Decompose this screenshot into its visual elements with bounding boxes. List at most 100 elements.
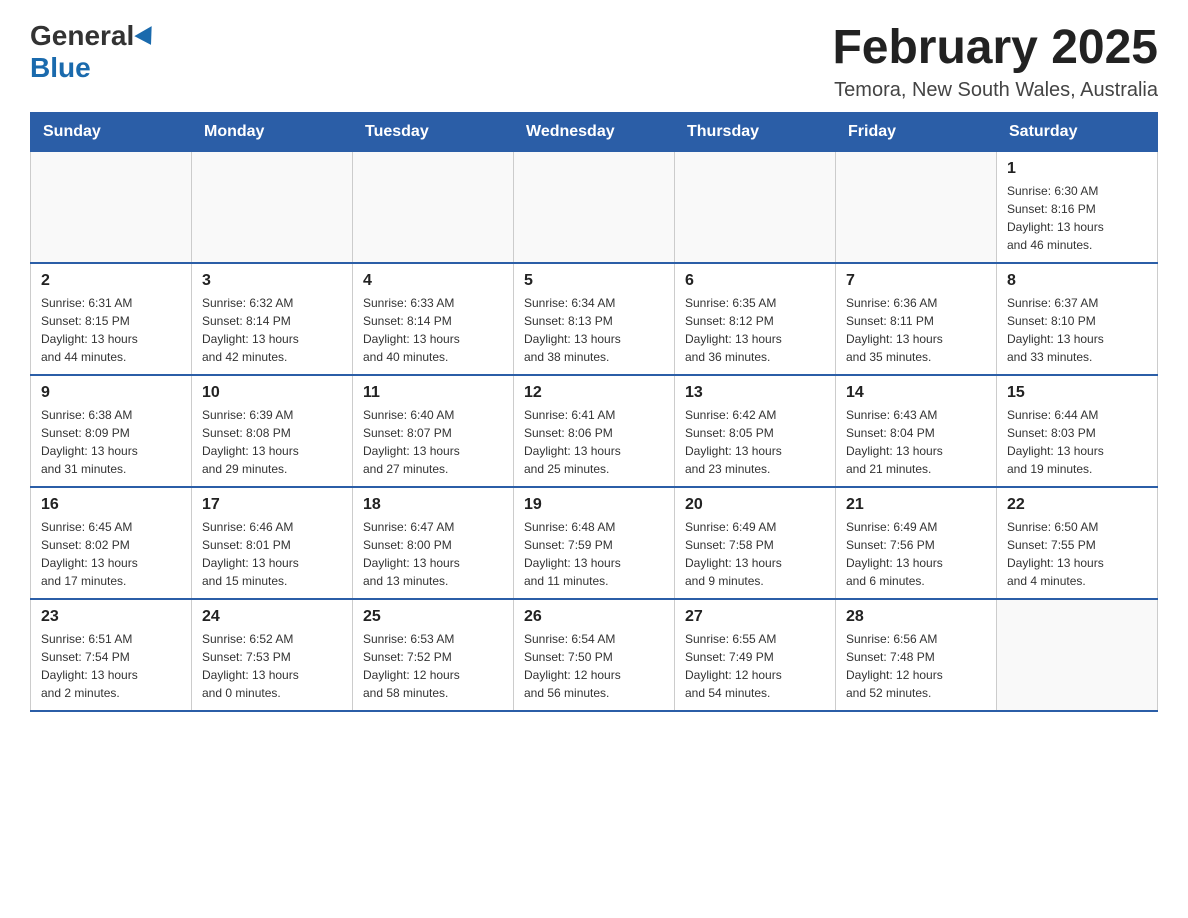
day-info: Sunrise: 6:54 AM Sunset: 7:50 PM Dayligh… xyxy=(524,630,664,702)
calendar-cell: 17 Sunrise: 6:46 AM Sunset: 8:01 PM Dayli… xyxy=(192,487,353,599)
calendar-cell: 10 Sunrise: 6:39 AM Sunset: 8:08 PM Dayli… xyxy=(192,375,353,487)
day-info: Sunrise: 6:56 AM Sunset: 7:48 PM Dayligh… xyxy=(846,630,986,702)
day-info: Sunrise: 6:43 AM Sunset: 8:04 PM Dayligh… xyxy=(846,406,986,478)
day-number: 25 xyxy=(363,608,503,626)
day-number: 17 xyxy=(202,496,342,514)
day-number: 18 xyxy=(363,496,503,514)
day-number: 8 xyxy=(1007,272,1147,290)
calendar-week-row: 2Sunrise: 6:31 AM Sunset: 8:15 PM Daylig… xyxy=(31,263,1158,375)
calendar-cell: 7Sunrise: 6:36 AM Sunset: 8:11 PM Daylig… xyxy=(836,263,997,375)
location: Temora, New South Wales, Australia xyxy=(832,79,1158,102)
calendar-cell: 20 Sunrise: 6:49 AM Sunset: 7:58 PM Dayli… xyxy=(675,487,836,599)
day-info: Sunrise: 6:31 AM Sunset: 8:15 PM Dayligh… xyxy=(41,294,181,366)
day-number: 14 xyxy=(846,384,986,402)
calendar-cell: 13Sunrise: 6:42 AM Sunset: 8:05 PM Dayli… xyxy=(675,375,836,487)
day-info: Sunrise: 6:30 AM Sunset: 8:16 PM Dayligh… xyxy=(1007,182,1147,254)
day-number: 27 xyxy=(685,608,825,626)
weekday-header-sunday: Sunday xyxy=(31,113,192,152)
logo-general: General xyxy=(30,20,134,52)
day-info: Sunrise: 6:35 AM Sunset: 8:12 PM Dayligh… xyxy=(685,294,825,366)
calendar-cell: 8 Sunrise: 6:37 AM Sunset: 8:10 PM Daylig… xyxy=(997,263,1158,375)
month-title: February 2025 xyxy=(832,20,1158,75)
day-info: Sunrise: 6:42 AM Sunset: 8:05 PM Dayligh… xyxy=(685,406,825,478)
day-number: 9 xyxy=(41,384,181,402)
calendar-week-row: 16 Sunrise: 6:45 AM Sunset: 8:02 PM Dayli… xyxy=(31,487,1158,599)
calendar-cell: 28 Sunrise: 6:56 AM Sunset: 7:48 PM Dayli… xyxy=(836,599,997,711)
calendar-cell xyxy=(836,152,997,264)
day-number: 3 xyxy=(202,272,342,290)
day-number: 28 xyxy=(846,608,986,626)
day-info: Sunrise: 6:55 AM Sunset: 7:49 PM Dayligh… xyxy=(685,630,825,702)
day-number: 12 xyxy=(524,384,664,402)
day-info: Sunrise: 6:36 AM Sunset: 8:11 PM Dayligh… xyxy=(846,294,986,366)
day-info: Sunrise: 6:32 AM Sunset: 8:14 PM Dayligh… xyxy=(202,294,342,366)
weekday-header-thursday: Thursday xyxy=(675,113,836,152)
page-header: General Blue February 2025 Temora, New S… xyxy=(30,20,1158,102)
day-info: Sunrise: 6:50 AM Sunset: 7:55 PM Dayligh… xyxy=(1007,518,1147,590)
logo-triangle-icon xyxy=(135,26,160,50)
day-number: 22 xyxy=(1007,496,1147,514)
calendar-cell xyxy=(353,152,514,264)
calendar-cell: 12 Sunrise: 6:41 AM Sunset: 8:06 PM Dayli… xyxy=(514,375,675,487)
day-number: 21 xyxy=(846,496,986,514)
calendar-cell xyxy=(31,152,192,264)
logo: General Blue xyxy=(30,20,157,84)
day-info: Sunrise: 6:38 AM Sunset: 8:09 PM Dayligh… xyxy=(41,406,181,478)
day-info: Sunrise: 6:48 AM Sunset: 7:59 PM Dayligh… xyxy=(524,518,664,590)
calendar-cell: 26 Sunrise: 6:54 AM Sunset: 7:50 PM Dayli… xyxy=(514,599,675,711)
day-info: Sunrise: 6:37 AM Sunset: 8:10 PM Dayligh… xyxy=(1007,294,1147,366)
calendar-week-row: 1 Sunrise: 6:30 AM Sunset: 8:16 PM Daylig… xyxy=(31,152,1158,264)
calendar-cell: 24Sunrise: 6:52 AM Sunset: 7:53 PM Dayli… xyxy=(192,599,353,711)
day-info: Sunrise: 6:34 AM Sunset: 8:13 PM Dayligh… xyxy=(524,294,664,366)
day-info: Sunrise: 6:39 AM Sunset: 8:08 PM Dayligh… xyxy=(202,406,342,478)
calendar-cell: 25Sunrise: 6:53 AM Sunset: 7:52 PM Dayli… xyxy=(353,599,514,711)
calendar-cell: 22 Sunrise: 6:50 AM Sunset: 7:55 PM Dayli… xyxy=(997,487,1158,599)
calendar-cell: 19Sunrise: 6:48 AM Sunset: 7:59 PM Dayli… xyxy=(514,487,675,599)
day-number: 11 xyxy=(363,384,503,402)
day-number: 5 xyxy=(524,272,664,290)
calendar-cell: 5 Sunrise: 6:34 AM Sunset: 8:13 PM Daylig… xyxy=(514,263,675,375)
day-number: 20 xyxy=(685,496,825,514)
calendar-cell: 3 Sunrise: 6:32 AM Sunset: 8:14 PM Daylig… xyxy=(192,263,353,375)
calendar-week-row: 23Sunrise: 6:51 AM Sunset: 7:54 PM Dayli… xyxy=(31,599,1158,711)
day-info: Sunrise: 6:44 AM Sunset: 8:03 PM Dayligh… xyxy=(1007,406,1147,478)
weekday-header-friday: Friday xyxy=(836,113,997,152)
day-number: 1 xyxy=(1007,160,1147,178)
calendar-cell: 4Sunrise: 6:33 AM Sunset: 8:14 PM Daylig… xyxy=(353,263,514,375)
day-info: Sunrise: 6:47 AM Sunset: 8:00 PM Dayligh… xyxy=(363,518,503,590)
weekday-header-monday: Monday xyxy=(192,113,353,152)
calendar-table: SundayMondayTuesdayWednesdayThursdayFrid… xyxy=(30,112,1158,712)
day-number: 26 xyxy=(524,608,664,626)
calendar-cell: 9 Sunrise: 6:38 AM Sunset: 8:09 PM Daylig… xyxy=(31,375,192,487)
logo-text: General xyxy=(30,20,157,52)
weekday-header-row: SundayMondayTuesdayWednesdayThursdayFrid… xyxy=(31,113,1158,152)
calendar-cell: 16 Sunrise: 6:45 AM Sunset: 8:02 PM Dayli… xyxy=(31,487,192,599)
calendar-cell: 11 Sunrise: 6:40 AM Sunset: 8:07 PM Dayli… xyxy=(353,375,514,487)
day-info: Sunrise: 6:45 AM Sunset: 8:02 PM Dayligh… xyxy=(41,518,181,590)
day-info: Sunrise: 6:41 AM Sunset: 8:06 PM Dayligh… xyxy=(524,406,664,478)
day-info: Sunrise: 6:51 AM Sunset: 7:54 PM Dayligh… xyxy=(41,630,181,702)
calendar-cell xyxy=(997,599,1158,711)
weekday-header-tuesday: Tuesday xyxy=(353,113,514,152)
title-section: February 2025 Temora, New South Wales, A… xyxy=(832,20,1158,102)
calendar-cell: 15 Sunrise: 6:44 AM Sunset: 8:03 PM Dayli… xyxy=(997,375,1158,487)
calendar-week-row: 9 Sunrise: 6:38 AM Sunset: 8:09 PM Daylig… xyxy=(31,375,1158,487)
day-info: Sunrise: 6:49 AM Sunset: 7:56 PM Dayligh… xyxy=(846,518,986,590)
calendar-cell: 23Sunrise: 6:51 AM Sunset: 7:54 PM Dayli… xyxy=(31,599,192,711)
calendar-cell xyxy=(514,152,675,264)
calendar-cell xyxy=(675,152,836,264)
day-info: Sunrise: 6:40 AM Sunset: 8:07 PM Dayligh… xyxy=(363,406,503,478)
day-info: Sunrise: 6:46 AM Sunset: 8:01 PM Dayligh… xyxy=(202,518,342,590)
calendar-cell: 1 Sunrise: 6:30 AM Sunset: 8:16 PM Daylig… xyxy=(997,152,1158,264)
day-number: 4 xyxy=(363,272,503,290)
calendar-cell: 2Sunrise: 6:31 AM Sunset: 8:15 PM Daylig… xyxy=(31,263,192,375)
calendar-cell: 6Sunrise: 6:35 AM Sunset: 8:12 PM Daylig… xyxy=(675,263,836,375)
day-number: 16 xyxy=(41,496,181,514)
day-number: 10 xyxy=(202,384,342,402)
day-number: 15 xyxy=(1007,384,1147,402)
calendar-cell: 27 Sunrise: 6:55 AM Sunset: 7:49 PM Dayli… xyxy=(675,599,836,711)
day-info: Sunrise: 6:49 AM Sunset: 7:58 PM Dayligh… xyxy=(685,518,825,590)
logo-blue: Blue xyxy=(30,52,91,83)
day-number: 24 xyxy=(202,608,342,626)
calendar-cell: 21 Sunrise: 6:49 AM Sunset: 7:56 PM Dayli… xyxy=(836,487,997,599)
